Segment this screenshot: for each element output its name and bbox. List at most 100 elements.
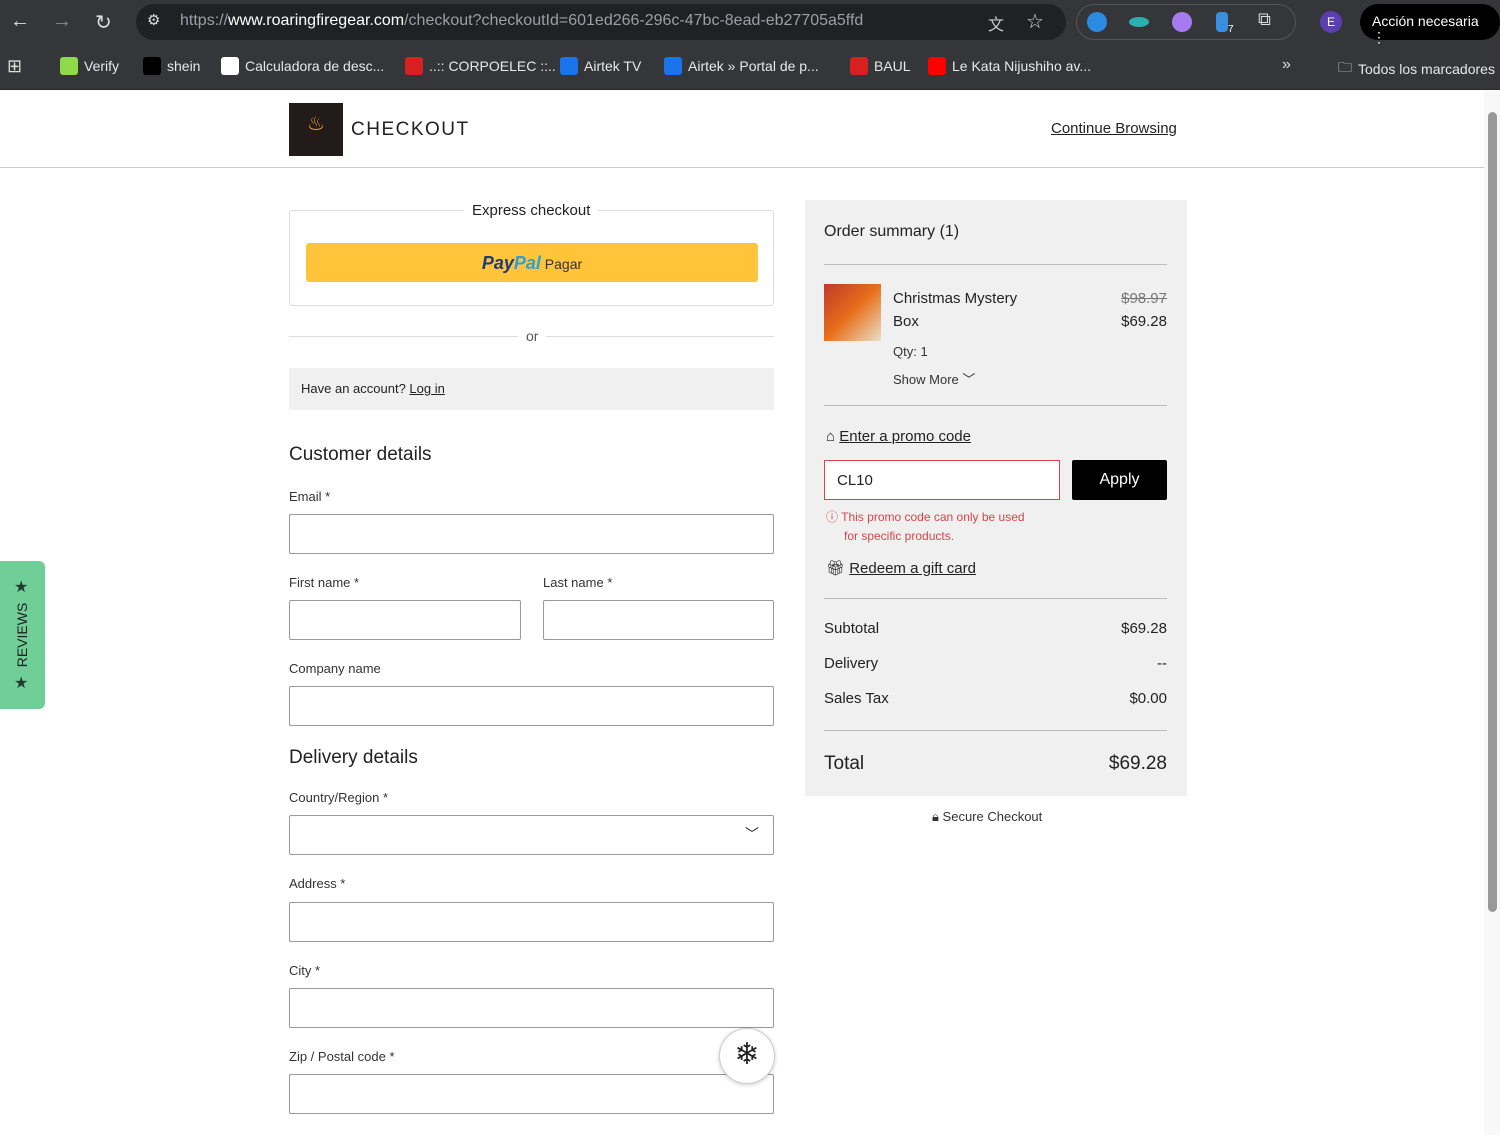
roaring-fire-logo[interactable]: ♨ [289,103,343,156]
folder-icon: 🗀 [1338,59,1352,75]
bookmark-favicon-icon [405,57,423,75]
lock-icon: 🔒︎ [932,809,939,824]
gift-card-link[interactable]: 🎁︎ Redeem a gift card [826,559,976,577]
city-field[interactable] [289,988,774,1028]
promo-code-input[interactable]: CL10 [824,460,1060,500]
extension-icon[interactable] [1129,17,1149,27]
original-price: $98.97 [1121,290,1167,307]
bookmark[interactable]: Le Kata Nijushiho av... [928,57,1091,75]
paypal-label: Pagar [544,256,583,272]
city-label: City * [289,963,321,978]
country-label: Country/Region * [289,790,388,805]
forward-icon[interactable]: → [52,10,72,33]
email-field[interactable] [289,514,774,554]
summary-row-value: $0.00 [1129,690,1167,707]
url-path: /checkout?checkoutId=601ed266-296c-47bc-… [404,12,864,29]
zip-field[interactable] [289,1074,774,1114]
bookmark-favicon-icon [143,57,161,75]
chevron-down-icon: ﹀ [962,372,976,387]
apps-icon[interactable]: ⊞ [7,56,22,77]
promo-error: ⓘ This promo code can only be used for sp… [826,508,1025,546]
bookmark-label: Airtek » Portal de p... [688,58,819,74]
total-value: $69.28 [1108,753,1167,774]
country-select[interactable]: ﹀ [289,815,774,855]
profile-avatar[interactable]: E [1320,11,1342,33]
all-bookmarks[interactable]: 🗀 Todos los marcadores [1338,57,1495,81]
product-name: Christmas Mystery [893,290,1018,307]
first-name-field[interactable] [289,600,521,640]
product-name: Box [893,313,919,330]
url-text[interactable]: https://www.roaringfiregear.com/checkout… [180,12,863,30]
summary-row-label: Delivery [824,655,879,672]
login-link[interactable]: Log in [409,381,444,396]
gift-card-label: Redeem a gift card [849,560,976,577]
promo-link-label: Enter a promo code [839,428,971,445]
bookmark-label: Airtek TV [584,58,642,74]
summary-row-value: $69.28 [1121,620,1167,637]
company-field[interactable] [289,686,774,726]
show-more-button[interactable]: Show More ﹀ [893,369,975,388]
paypal-logo: Pay [481,253,514,273]
product-thumbnail [824,284,881,341]
star-icon: ★ [14,675,29,692]
bookmark-label: Calculadora de desc... [245,58,385,74]
promo-code-link[interactable]: ⌂ Enter a promo code [826,428,971,445]
bookmark-favicon-icon [560,57,578,75]
divider [824,405,1167,406]
back-icon[interactable]: ← [10,10,30,33]
bookmark-label: BAUL [874,58,911,74]
tag-icon: ⌂ [826,428,836,445]
all-bookmarks-label: Todos los marcadores [1358,61,1495,77]
bookmark[interactable]: ..:: CORPOELEC ::.. [405,57,556,75]
extension-icon[interactable] [1216,12,1228,32]
secure-checkout: 🔒︎ Secure Checkout [932,809,1042,825]
last-name-label: Last name * [543,575,613,590]
bookmark[interactable]: Calculadora de desc... [221,57,384,75]
chevron-down-icon: ﹀ [745,826,759,842]
bookmark-label: Verify [84,58,120,74]
bookmark-favicon-icon [850,57,868,75]
divider [824,264,1167,265]
address-label: Address * [289,876,346,891]
site-info-icon[interactable]: ⚙ [147,11,160,29]
scrollbar-thumb[interactable] [1488,112,1497,912]
more-bookmarks-icon[interactable]: » [1282,56,1291,74]
bookmark[interactable]: Verify [60,57,119,75]
bookmark[interactable]: Airtek » Portal de p... [664,57,819,75]
company-label: Company name [289,661,381,676]
express-checkout-label: Express checkout [464,202,599,219]
error-text: for specific products. [844,529,955,543]
puzzle-icon[interactable]: ⧉ [1258,9,1271,30]
last-name-field[interactable] [543,600,774,640]
bookmark[interactable]: BAUL [850,57,911,75]
summary-row-value: -- [1157,655,1167,672]
bookmark-label: ..:: CORPOELEC ::.. [429,58,556,74]
bookmark[interactable]: Airtek TV [560,57,641,75]
error-text: This promo code can only be used [841,510,1025,524]
extension-icon[interactable] [1087,12,1107,32]
star-icon: ★ [14,579,29,596]
error-icon: ⓘ [826,510,839,524]
action-needed-button[interactable]: Acción necesaria ⋮ [1360,4,1500,45]
product-price: $69.28 [1121,313,1167,330]
paypal-logo: Pal [513,253,541,273]
continue-browsing-link[interactable]: Continue Browsing [1051,120,1177,137]
total-label: Total [824,753,865,774]
first-name-label: First name * [289,575,360,590]
apply-button[interactable]: Apply [1072,460,1167,500]
summary-row-label: Subtotal [824,620,880,637]
translate-icon[interactable]: 文 [988,11,1004,35]
delivery-details-heading: Delivery details [289,747,418,768]
star-icon[interactable]: ☆ [1026,9,1044,34]
extension-icon[interactable] [1172,12,1192,32]
product-qty: Qty: 1 [893,344,928,359]
bookmark[interactable]: shein [143,57,200,75]
snowflake-button[interactable]: ❄ [719,1028,775,1084]
action-label: Acción necesaria [1372,13,1479,29]
reload-icon[interactable]: ↻ [95,10,112,35]
divider [824,730,1167,731]
paypal-button[interactable]: PayPal Pagar [306,243,758,282]
address-field[interactable] [289,902,774,942]
bookmark-label: Le Kata Nijushiho av... [952,58,1092,74]
url-domain: www.roaringfiregear.com [228,12,405,29]
